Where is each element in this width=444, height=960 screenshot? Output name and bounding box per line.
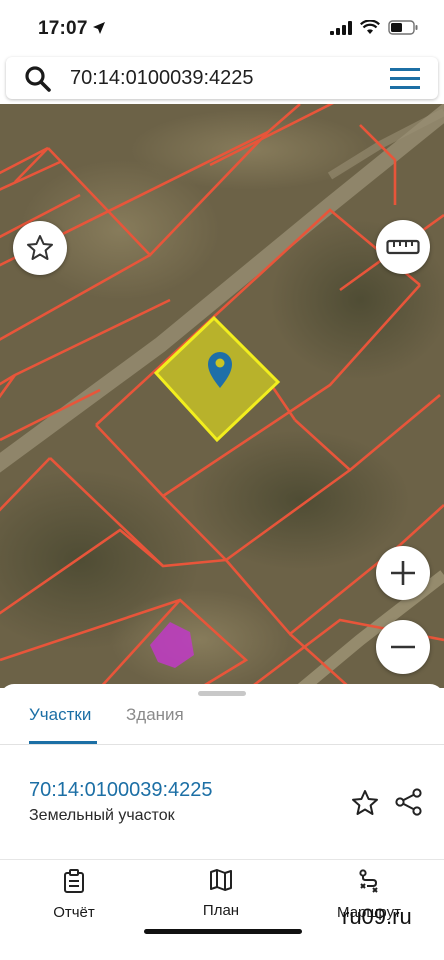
sheet-drag-handle[interactable]	[198, 691, 246, 696]
active-tab-indicator	[29, 741, 97, 744]
minus-icon	[391, 645, 415, 649]
status-bar: 17:07	[0, 0, 444, 56]
home-indicator	[144, 929, 302, 934]
divider	[0, 859, 444, 860]
favorite-map-button[interactable]	[13, 221, 67, 275]
cadastral-number-link[interactable]: 70:14:0100039:4225	[29, 779, 213, 802]
battery-icon	[388, 20, 418, 35]
tab-bar: Участки Здания	[0, 702, 444, 745]
search-icon[interactable]	[24, 65, 52, 93]
watermark: ru09.ru	[342, 904, 412, 929]
status-icons	[330, 20, 418, 35]
measure-button[interactable]	[376, 220, 430, 274]
nav-plan-label: План	[202, 902, 240, 919]
satellite-map[interactable]	[0, 104, 444, 688]
ruler-icon	[386, 239, 420, 255]
search-bar[interactable]: 70:14:0100039:4225	[6, 57, 438, 99]
route-icon	[359, 869, 378, 893]
map-view[interactable]	[0, 104, 444, 688]
cellular-signal-icon	[330, 20, 352, 35]
add-favorite-icon[interactable]	[350, 788, 380, 818]
location-services-icon	[93, 22, 105, 34]
nav-report[interactable]: Отчёт	[19, 869, 129, 921]
share-icon[interactable]	[394, 787, 424, 817]
star-icon	[27, 235, 53, 260]
bottom-sheet: Участки Здания 70:14:0100039:4225 Земель…	[0, 684, 444, 960]
plus-icon	[391, 561, 415, 585]
zoom-in-button[interactable]	[376, 546, 430, 600]
tab-buildings[interactable]: Здания	[126, 705, 184, 725]
tab-plots[interactable]: Участки	[29, 705, 91, 725]
wifi-icon	[360, 20, 380, 34]
menu-icon[interactable]	[390, 68, 420, 90]
status-time: 17:07	[38, 18, 88, 39]
clipboard-icon	[64, 869, 84, 893]
zoom-out-button[interactable]	[376, 620, 430, 674]
map-icon	[210, 869, 232, 891]
search-input[interactable]: 70:14:0100039:4225	[70, 67, 254, 90]
nav-plan[interactable]: План	[166, 869, 276, 919]
object-type-label: Земельный участок	[29, 807, 175, 824]
nav-report-label: Отчёт	[53, 904, 95, 921]
